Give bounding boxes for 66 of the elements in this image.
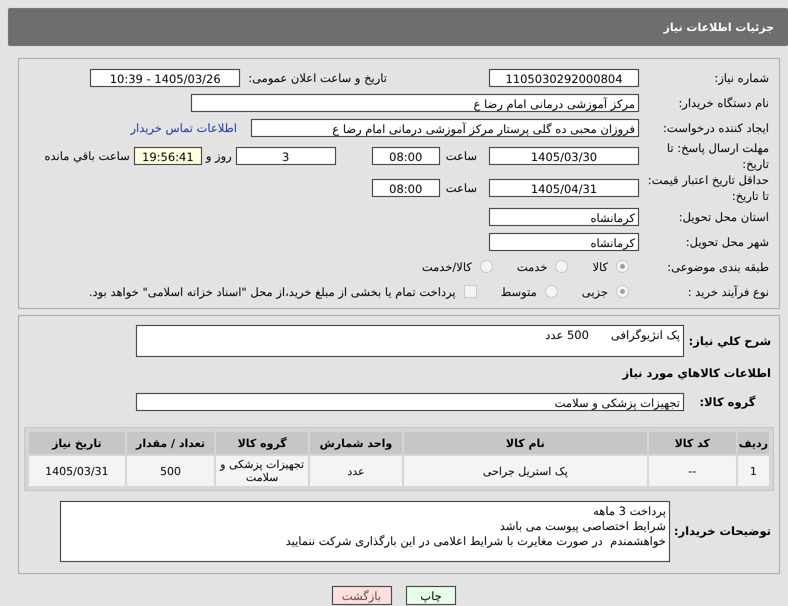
field-label: طبقه بندی موضوعی: [666, 258, 770, 274]
column-header: گروه کالا [216, 432, 308, 454]
text-field[interactable]: کرمانشاه [489, 232, 639, 250]
notes-line: شرایط اختصاصی پیوست می باشد [498, 518, 666, 534]
field-label: شرح کلي نیاز: [688, 334, 772, 348]
field-label: توضیحات خریدار: [672, 524, 772, 538]
text-field[interactable]: کرمانشاه [489, 208, 639, 226]
radio-button[interactable] [480, 260, 493, 273]
column-header: ردیف [738, 432, 769, 454]
text-area[interactable]: پک انژیوگرافی 500 عدد [136, 325, 684, 357]
field-label: متوسط [500, 284, 537, 298]
contact-link[interactable]: اطلاعات تماس خریدار [130, 120, 237, 134]
field-label: پرداخت تمام یا بخشی از مبلغ خرید،از محل "اسناد خزانه اسلامی" خواهد بود. [88, 284, 456, 298]
column-header: واحد شمارش [310, 432, 402, 454]
radio-button[interactable] [616, 260, 629, 273]
text-field[interactable]: 1105030292000804 [489, 68, 639, 86]
field-label: تاریخ و ساعت اعلان عمومی: [248, 70, 387, 84]
field-label: گروه کالا: [698, 395, 756, 409]
radio-button[interactable] [544, 285, 558, 298]
field-label: جزیی [582, 284, 608, 298]
table-cell: 1 [738, 456, 769, 486]
column-header: کد کالا [648, 432, 736, 454]
field-label: ساعت [446, 149, 477, 163]
table-cell: عدد [310, 456, 402, 486]
field-label: شهر محل تحویل: [684, 234, 770, 250]
print-button[interactable]: چاپ [406, 586, 456, 605]
notes-line: خواهشمندم در صورت مغایرت با شرایط اعلامی در این بارگذاری شرکت ننمایید [284, 534, 666, 548]
field-label: شماره نیاز: [713, 70, 770, 86]
field-label: حداقل تاریخ اعتبار قیمت: تا تاریخ: [646, 172, 770, 204]
field-label: ساعت باقي مانده [44, 149, 130, 163]
text-field[interactable]: 1405/03/30 [489, 147, 639, 165]
column-header: تعداد / مقدار [126, 432, 214, 454]
notes-line: پرداخت 3 ماهه [592, 504, 666, 518]
text-field[interactable]: 1405/03/26 - 10:39 [90, 68, 240, 86]
text-field[interactable]: 1405/04/31 [489, 179, 639, 197]
notes-area[interactable]: پرداخت 3 ماهه شرایط اختصاصی پیوست می باشد خواهشمندم در صورت مغایرت با شرایط اعلامی در این بارگذاری شرکت ننمایید [60, 500, 670, 562]
radio-button[interactable] [555, 260, 568, 273]
text-field[interactable]: 08:00 [372, 147, 440, 165]
page-title: جزئیات اطلاعات نیاز [664, 20, 774, 34]
column-header: نام کالا [404, 432, 647, 454]
table-cell: تجهیزات پزشکی و سلامت [216, 456, 308, 486]
section-heading: اطلاعات کالاهاي مورد نیاز [622, 366, 772, 380]
table-cell: -- [648, 456, 736, 486]
text-field[interactable]: فروزان محبی ده گلی پرستار مرکز آموزشی درمانی امام رضا ع [251, 118, 639, 136]
field-label: استان محل تحویل: [678, 208, 770, 224]
checkbox[interactable] [464, 285, 477, 298]
text-field[interactable]: 19:56:41 [134, 147, 202, 165]
back-button[interactable]: بازگشت [332, 586, 392, 605]
field-label: مهلت ارسال پاسخ: تا تاریخ: [666, 140, 770, 172]
field-label: خدمت [516, 260, 548, 274]
field-label: کالا/خدمت [422, 260, 472, 274]
table-cell: 1405/03/31 [29, 456, 125, 486]
field-label: نام دستگاه خریدار: [677, 94, 770, 110]
field-label: ایجاد کننده درخواست: [662, 120, 770, 136]
field-label: روز و [206, 149, 232, 163]
field-label: ساعت [446, 181, 477, 195]
field-label: کالا [592, 260, 608, 274]
text-field[interactable]: 08:00 [372, 179, 440, 197]
text-field[interactable]: تجهیزات پزشکی و سلامت [136, 393, 684, 411]
table-cell: پک استریل جراحی [404, 456, 647, 486]
text-field[interactable]: 3 [236, 147, 336, 165]
radio-button[interactable] [616, 285, 629, 298]
field-label: نوع فرآیند خرید : [686, 284, 770, 300]
text-field[interactable]: مرکز آموزشی درمانی امام رضا ع [191, 94, 639, 112]
column-header: تاریخ نیاز [29, 432, 125, 454]
table-cell: 500 [126, 456, 214, 486]
